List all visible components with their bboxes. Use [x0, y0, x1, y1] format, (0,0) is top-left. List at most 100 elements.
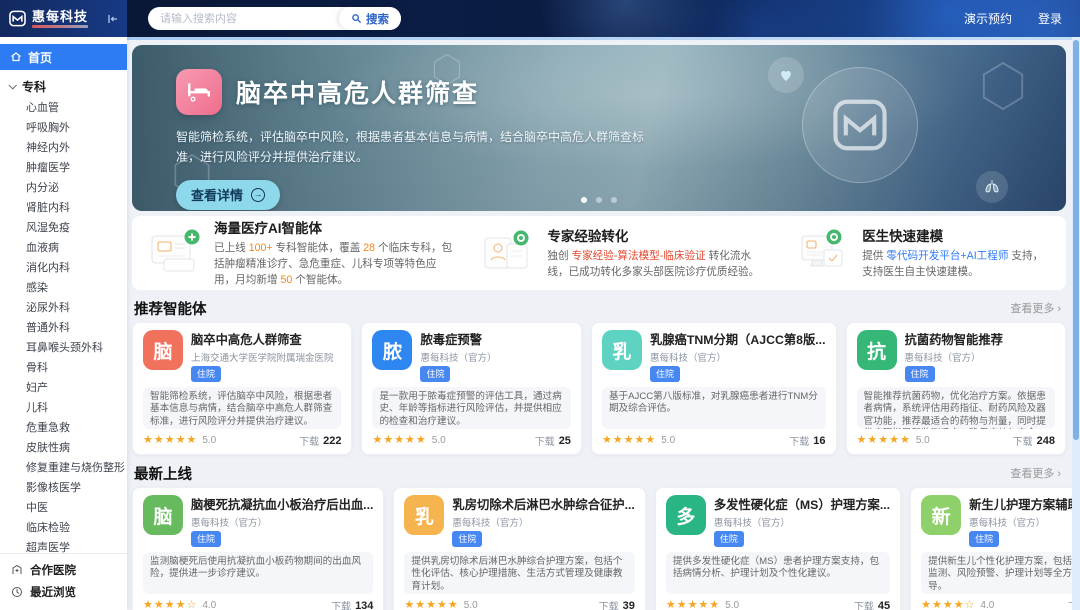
download-count: 134	[355, 600, 373, 610]
sidebar-item-dept[interactable]: 泌尿外科	[0, 298, 127, 318]
sidebar: 惠每科技 首页 专科 心血管 呼吸胸外 神经内外 肿瘤医学 内分泌 肾脏内科 风…	[0, 0, 127, 610]
agent-card[interactable]: 脑 脑梗死抗凝抗血小板治疗后出血... 惠每科技（官方） 住院 监测脑梗死后使用…	[132, 487, 384, 610]
agent-card[interactable]: 多 多发性硬化症（MS）护理方案... 惠每科技（官方） 住院 提供多发性硬化症…	[655, 487, 901, 610]
sidebar-item-dept[interactable]: 儿科	[0, 398, 127, 418]
sidebar-item-dept[interactable]: 感染	[0, 278, 127, 298]
star-rating-icons: ★★★★★	[143, 435, 197, 446]
agent-description: 提供多发性硬化症（MS）患者护理方案支持，包括病情分析、护理计划及个性化建议。	[666, 552, 890, 594]
brand-logo-icon	[8, 9, 27, 28]
agent-icon: 脑	[143, 495, 183, 535]
feature-text: 已上线 100+ 专科智能体，覆盖 28 个临床专科，包括肿瘤精准诊疗、急危重症…	[214, 241, 455, 289]
inpatient-tag: 住院	[452, 531, 482, 547]
download-label: 下载	[1013, 433, 1033, 448]
arrow-right-icon: →	[251, 188, 265, 202]
chevron-down-icon	[8, 81, 16, 89]
main-content: 脑卒中高危人群筛查 智能筛检系统，评估脑卒中风险，根据患者基本信息与病情，结合脑…	[127, 37, 1080, 610]
lungs-icon	[976, 171, 1008, 203]
inpatient-tag: 住院	[905, 366, 935, 382]
sidebar-item-home[interactable]: 首页	[0, 44, 127, 70]
inpatient-tag: 住院	[420, 366, 450, 382]
document-stack-icon	[150, 227, 202, 278]
star-rating-icons: ★★★★★	[372, 435, 426, 446]
banner-title: 脑卒中高危人群筛查	[236, 74, 479, 110]
sidebar-item-dept[interactable]: 中医	[0, 498, 127, 518]
agent-description: 基于AJCC第八版标准，对乳腺癌患者进行TNM分期及综合评估。	[602, 387, 826, 429]
carousel-dot[interactable]	[611, 197, 617, 203]
agent-card[interactable]: 脑 脑卒中高危人群筛查 上海交通大学医学院附属瑞金医院 住院 智能筛检系统，评估…	[132, 322, 352, 455]
sidebar-item-dept[interactable]: 普通外科	[0, 318, 127, 338]
agent-icon: 乳	[602, 330, 642, 370]
chevron-right-icon: ›	[1057, 303, 1061, 315]
sidebar-item-dept[interactable]: 修复重建与烧伤整形	[0, 458, 127, 478]
sidebar-item-dept[interactable]: 肾脏内科	[0, 198, 127, 218]
agent-description: 提供新生儿个性化护理方案，包括健康监测、风险预警、护理计划等全方位指导。	[921, 552, 1080, 594]
sidebar-item-partner-hospitals[interactable]: 合作医院	[0, 559, 127, 581]
sidebar-item-recent-views[interactable]: 最近浏览	[0, 581, 127, 603]
expert-doc-icon	[483, 228, 535, 279]
section-title: 推荐智能体	[134, 298, 207, 319]
sidebar-item-dept[interactable]: 耳鼻喉头颈外科	[0, 338, 127, 358]
recent-views-label: 最近浏览	[30, 584, 76, 600]
sidebar-item-dept[interactable]: 呼吸胸外	[0, 118, 127, 138]
login-link[interactable]: 登录	[1038, 10, 1062, 27]
download-label: 下载	[535, 433, 555, 448]
view-details-button[interactable]: 查看详情 →	[176, 180, 280, 210]
section-header-recommended: 推荐智能体 查看更多›	[134, 299, 1061, 317]
carousel-dot[interactable]	[596, 197, 602, 203]
sidebar-group-specialty[interactable]: 专科	[0, 74, 127, 98]
carousel-dots	[581, 197, 617, 203]
sidebar-item-dept[interactable]: 妇产	[0, 378, 127, 398]
sidebar-item-dept[interactable]: 临床检验	[0, 518, 127, 538]
agent-org: 惠每科技（官方）	[650, 350, 826, 364]
sidebar-item-dept[interactable]: 内分泌	[0, 178, 127, 198]
inpatient-tag: 住院	[969, 531, 999, 547]
agent-card[interactable]: 脓 脓毒症预警 惠每科技（官方） 住院 是一款用于脓毒症预警的评估工具，通过病史…	[361, 322, 581, 455]
agent-title: 新生儿护理方案辅助支持	[969, 495, 1080, 513]
carousel-dot[interactable]	[581, 197, 587, 203]
sidebar-item-dept[interactable]: 肿瘤医学	[0, 158, 127, 178]
vertical-scrollbar[interactable]	[1072, 37, 1080, 610]
brand-logo-area[interactable]: 惠每科技	[0, 0, 127, 37]
agent-card[interactable]: 乳 乳腺癌TNM分期（AJCC第8版... 惠每科技（官方） 住院 基于AJCC…	[591, 322, 837, 455]
sidebar-item-dept[interactable]: 消化内科	[0, 258, 127, 278]
brand-name: 惠每科技	[32, 10, 88, 23]
agent-card[interactable]: 新 新生儿护理方案辅助支持 惠每科技（官方） 住院 提供新生儿个性化护理方案，包…	[910, 487, 1080, 610]
download-count: 39	[623, 600, 635, 610]
hero-banner[interactable]: 脑卒中高危人群筛查 智能筛检系统，评估脑卒中风险，根据患者基本信息与病情，结合脑…	[132, 45, 1066, 211]
sidebar-item-dept[interactable]: 骨科	[0, 358, 127, 378]
feature-rapid-modeling: 医生快速建模 提供 零代码开发平台+AI工程师 支持，支持医生自主快速建模。	[784, 225, 1062, 281]
partner-hospitals-label: 合作医院	[30, 562, 76, 578]
sidebar-item-dept[interactable]: 影像核医学	[0, 478, 127, 498]
star-rating-icons: ★★★★★	[404, 600, 458, 610]
demo-booking-link[interactable]: 演示预约	[964, 10, 1012, 27]
rating-value: 4.0	[202, 600, 216, 610]
agent-card[interactable]: 抗 抗菌药物智能推荐 惠每科技（官方） 住院 智能推荐抗菌药物，优化治疗方案。依…	[846, 322, 1066, 455]
agent-card[interactable]: 乳 乳房切除术后淋巴水肿综合征护... 惠每科技（官方） 住院 提供乳房切除术后…	[393, 487, 645, 610]
feature-strip: 海量医疗AI智能体 已上线 100+ 专科智能体，覆盖 28 个临床专科，包括肿…	[132, 216, 1066, 290]
download-label: 下载	[299, 433, 319, 448]
feature-ai-agents: 海量医疗AI智能体 已上线 100+ 专科智能体，覆盖 28 个临床专科，包括肿…	[136, 217, 469, 289]
star-rating-icons: ★★★★☆	[143, 600, 197, 610]
inpatient-tag: 住院	[714, 531, 744, 547]
agent-org: 惠每科技（官方）	[191, 515, 373, 529]
scrollbar-thumb[interactable]	[1073, 40, 1079, 440]
sidebar-item-dept[interactable]: 风湿免疫	[0, 218, 127, 238]
topbar-links: 演示预约 登录	[964, 0, 1062, 37]
sidebar-item-dept[interactable]: 神经内外	[0, 138, 127, 158]
sidebar-item-dept[interactable]: 皮肤性病	[0, 438, 127, 458]
sidebar-item-dept[interactable]: 心血管	[0, 98, 127, 118]
inpatient-tag: 住院	[191, 366, 221, 382]
search-button[interactable]: 搜索	[339, 7, 401, 30]
sidebar-collapse-icon[interactable]	[107, 13, 119, 25]
sidebar-item-dept[interactable]: 血液病	[0, 238, 127, 258]
view-more-link[interactable]: 查看更多›	[1010, 465, 1061, 481]
top-navbar: 搜索 演示预约 登录	[0, 0, 1080, 37]
agent-org: 惠每科技（官方）	[969, 515, 1080, 529]
view-more-link[interactable]: 查看更多›	[1010, 300, 1061, 316]
agent-title: 脑梗死抗凝抗血小板治疗后出血...	[191, 495, 373, 513]
chevron-right-icon: ›	[1057, 468, 1061, 480]
brand-tagline	[32, 25, 88, 28]
sidebar-item-dept[interactable]: 危重急救	[0, 418, 127, 438]
agent-icon: 多	[666, 495, 706, 535]
home-icon	[10, 51, 22, 63]
